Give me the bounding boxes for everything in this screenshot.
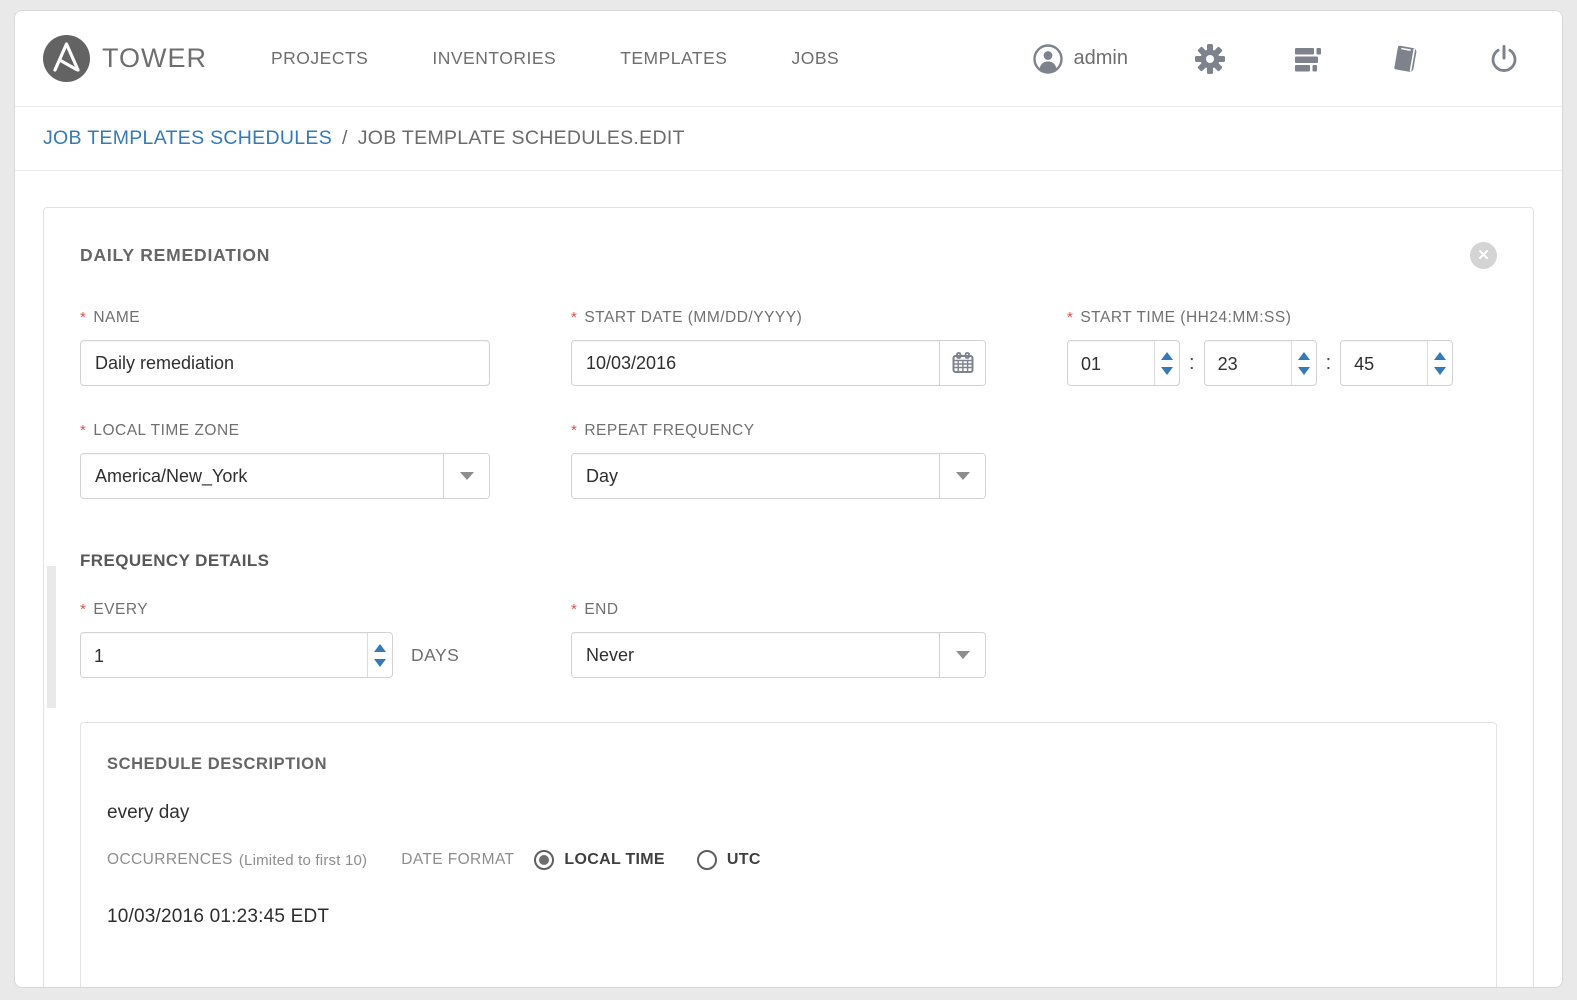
hour-input[interactable] [1068, 341, 1154, 386]
required-asterisk: * [571, 309, 577, 326]
time-colon: : [1326, 352, 1332, 375]
repeat-frequency-value[interactable] [572, 454, 939, 498]
username-label: admin [1074, 47, 1128, 70]
every-stepper [80, 632, 393, 678]
chevron-down-icon [956, 472, 970, 480]
hour-stepper [1067, 340, 1180, 386]
name-label: * NAME [80, 309, 490, 327]
main-content: DAILY REMEDIATION ✕ * NAME * START DATE … [15, 171, 1562, 988]
every-unit-label: DAYS [411, 645, 459, 666]
required-asterisk: * [80, 601, 86, 618]
breadcrumb-separator: / [342, 127, 348, 150]
nav-item-projects[interactable]: PROJECTS [271, 48, 368, 69]
brand-title: TOWER [102, 43, 207, 74]
calendar-icon [951, 351, 975, 375]
breadcrumb: JOB TEMPLATES SCHEDULES / JOB TEMPLATE S… [15, 107, 1562, 171]
minute-input[interactable] [1205, 341, 1291, 386]
second-input[interactable] [1341, 341, 1427, 386]
top-navigation-bar: TOWER PROJECTS INVENTORIES TEMPLATES JOB… [15, 11, 1562, 107]
nav-item-templates[interactable]: TEMPLATES [620, 48, 727, 69]
end-value[interactable] [572, 633, 939, 677]
second-decrement-arrow-icon[interactable] [1434, 367, 1446, 375]
end-dropdown-button[interactable] [939, 633, 985, 677]
every-increment-arrow-icon[interactable] [374, 644, 386, 652]
schedule-description-box: SCHEDULE DESCRIPTION every day OCCURRENC… [80, 722, 1497, 988]
frequency-section-accent-bar [47, 566, 56, 708]
required-asterisk: * [80, 309, 86, 326]
nav-item-jobs[interactable]: JOBS [791, 48, 839, 69]
repeat-frequency-select[interactable] [571, 453, 986, 499]
radio-local-time[interactable]: LOCAL TIME [534, 850, 664, 870]
settings-gear-icon[interactable] [1194, 43, 1226, 75]
calendar-picker-button[interactable] [939, 341, 985, 385]
every-label: * EVERY [80, 601, 490, 619]
minute-decrement-arrow-icon[interactable] [1298, 367, 1310, 375]
app-window: TOWER PROJECTS INVENTORIES TEMPLATES JOB… [14, 10, 1563, 988]
portal-mode-icon[interactable] [1292, 43, 1324, 75]
required-asterisk: * [80, 422, 86, 439]
timezone-label: * LOCAL TIME ZONE [80, 422, 490, 440]
repeat-frequency-label: * REPEAT FREQUENCY [571, 422, 986, 440]
second-increment-arrow-icon[interactable] [1434, 352, 1446, 360]
repeat-frequency-field-group: * REPEAT FREQUENCY [571, 422, 986, 499]
every-input[interactable] [81, 633, 367, 678]
hour-increment-arrow-icon[interactable] [1161, 352, 1173, 360]
nav-utilities: admin [1032, 43, 1520, 75]
radio-unselected-icon [697, 850, 717, 870]
radio-selected-icon [534, 850, 554, 870]
chevron-down-icon [460, 472, 474, 480]
chevron-down-icon [956, 651, 970, 659]
minute-increment-arrow-icon[interactable] [1298, 352, 1310, 360]
panel-title: DAILY REMEDIATION [80, 245, 270, 266]
hour-decrement-arrow-icon[interactable] [1161, 367, 1173, 375]
primary-nav: PROJECTS INVENTORIES TEMPLATES JOBS [271, 48, 839, 69]
required-asterisk: * [571, 601, 577, 618]
timezone-select[interactable] [80, 453, 490, 499]
schedule-edit-panel: DAILY REMEDIATION ✕ * NAME * START DATE … [43, 207, 1534, 988]
start-date-input[interactable] [572, 341, 939, 385]
end-field-group: * END [571, 601, 986, 678]
required-asterisk: * [1067, 309, 1073, 326]
occurrences-note: (Limited to first 10) [239, 852, 367, 869]
start-date-field-group: * START DATE (MM/DD/YYYY) [571, 309, 986, 386]
date-format-label: DATE FORMAT [401, 851, 514, 869]
start-time-label: * START TIME (HH24:MM:SS) [1067, 309, 1481, 327]
start-date-label: * START DATE (MM/DD/YYYY) [571, 309, 986, 327]
breadcrumb-link-job-templates-schedules[interactable]: JOB TEMPLATES SCHEDULES [43, 127, 332, 150]
close-icon[interactable]: ✕ [1470, 242, 1497, 269]
time-colon: : [1189, 352, 1195, 375]
logout-power-icon[interactable] [1488, 43, 1520, 75]
occurrence-item: 10/03/2016 01:23:45 EDT [107, 906, 1470, 928]
frequency-dropdown-button[interactable] [939, 454, 985, 498]
radio-utc[interactable]: UTC [697, 850, 761, 870]
end-label: * END [571, 601, 986, 619]
user-menu[interactable]: admin [1032, 43, 1128, 75]
timezone-value[interactable] [81, 454, 443, 498]
occurrences-label: OCCURRENCES [107, 851, 233, 869]
breadcrumb-current: JOB TEMPLATE SCHEDULES.EDIT [358, 127, 685, 150]
documentation-book-icon[interactable] [1390, 43, 1422, 75]
frequency-details-heading: FREQUENCY DETAILS [80, 551, 1497, 571]
schedule-summary: every day [107, 802, 1470, 824]
every-decrement-arrow-icon[interactable] [374, 659, 386, 667]
nav-item-inventories[interactable]: INVENTORIES [432, 48, 556, 69]
end-select[interactable] [571, 632, 986, 678]
minute-stepper [1204, 340, 1317, 386]
required-asterisk: * [571, 422, 577, 439]
timezone-dropdown-button[interactable] [443, 454, 489, 498]
name-input[interactable] [80, 340, 490, 386]
second-stepper [1340, 340, 1453, 386]
start-time-field-group: * START TIME (HH24:MM:SS) : [1067, 309, 1481, 386]
timezone-field-group: * LOCAL TIME ZONE [80, 422, 490, 499]
user-avatar-icon [1032, 43, 1064, 75]
every-field-group: * EVERY DAYS [80, 601, 490, 678]
ansible-tower-logo-icon[interactable] [43, 35, 90, 82]
schedule-description-heading: SCHEDULE DESCRIPTION [107, 755, 1470, 774]
name-field-group: * NAME [80, 309, 490, 386]
